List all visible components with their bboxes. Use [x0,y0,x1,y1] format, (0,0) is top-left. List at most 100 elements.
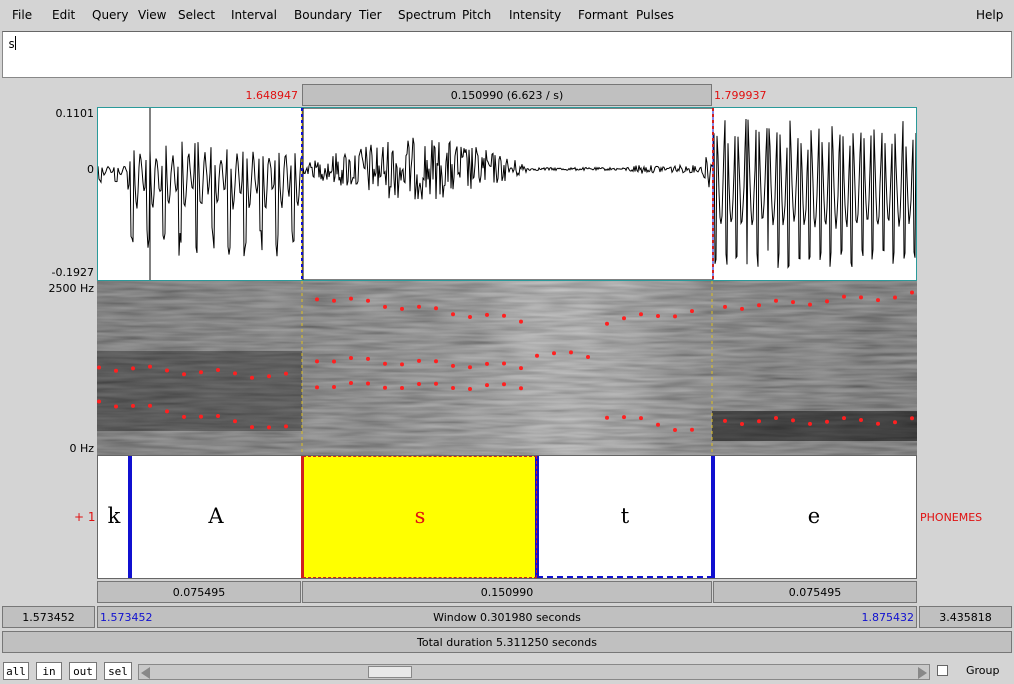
formant-dot [315,359,319,364]
duration-middle-button[interactable]: 0.150990 [302,581,712,603]
formant-dot [859,418,863,422]
formant-dot [383,304,387,309]
formant-dot [332,385,336,389]
group-checkbox[interactable] [937,665,948,676]
menu-pitch[interactable]: Pitch [462,8,491,22]
formant-dot [859,295,863,300]
formant-dot [400,362,404,367]
formant-dot [131,366,135,371]
formant-dot [182,414,186,419]
formant-dot [114,368,118,373]
menu-intensity[interactable]: Intensity [509,8,561,22]
zoom-all-button[interactable]: all [3,662,29,680]
menu-file[interactable]: File [12,8,32,22]
total-start-button[interactable]: 1.573452 [2,606,95,628]
formant-dot [622,316,626,321]
formant-dot [383,361,387,366]
interval-label-e[interactable]: e [808,504,820,528]
formant-dot [673,314,677,319]
formant-dot [485,312,489,317]
scroll-right-arrow-icon[interactable] [918,667,927,679]
formant-dot [233,371,237,376]
formant-dot [315,297,319,302]
menu-view[interactable]: View [138,8,166,22]
waveform-svg [97,107,917,281]
visible-end-label: 1.875432 [861,610,915,624]
interval-label-t[interactable]: t [621,504,629,528]
menu-help[interactable]: Help [976,8,1003,22]
formant-dot [349,296,353,301]
formant-dot [569,350,573,355]
formant-dot [842,294,846,299]
total-duration-button[interactable]: Total duration 5.311250 seconds [2,631,1012,653]
waveform-panel[interactable] [97,107,917,281]
selection-duration-button[interactable]: 0.150990 (6.623 / s) [302,84,712,106]
formant-dot [519,366,523,371]
interval-text-input[interactable]: s [2,31,1012,78]
scroll-thumb[interactable] [367,666,412,678]
formant-dot [842,416,846,421]
menu-interval[interactable]: Interval [231,8,277,22]
window-button[interactable]: 1.573452 Window 0.301980 seconds 1.87543… [97,606,917,628]
formant-dot [535,353,539,358]
formant-dot [451,363,455,368]
formant-dot [451,386,455,390]
zoom-selection-button[interactable]: sel [104,662,132,680]
formant-dot [148,364,152,369]
formant-dot [723,304,727,309]
formant-dot [332,298,336,303]
tier-number: + 1 [74,510,96,524]
menu-pulses[interactable]: Pulses [636,8,674,22]
formant-dot [216,414,220,418]
scroll-left-arrow-icon[interactable] [141,667,150,679]
interval-label-s[interactable]: s [415,504,426,528]
formant-dot [757,419,761,424]
formant-dot [774,298,778,303]
formant-dot [468,365,472,370]
formant-dot [148,403,152,408]
duration-left-button[interactable]: 0.075495 [97,581,301,603]
menu-edit[interactable]: Edit [52,8,75,22]
formant-dot [893,420,897,425]
menu-select[interactable]: Select [178,8,215,22]
total-end-button[interactable]: 3.435818 [919,606,1012,628]
visible-start-label: 1.573452 [100,610,153,624]
spectrogram-dark-band-left [97,351,302,431]
formant-dot [182,372,186,377]
formant-dot [349,356,353,360]
duration-right-button[interactable]: 0.075495 [713,581,917,603]
formant-dot [656,314,660,318]
window-label: Window 0.301980 seconds [433,610,581,624]
zoom-in-button[interactable]: in [36,662,62,680]
interval-label-a[interactable]: A [208,504,223,528]
spectrogram-panel[interactable] [97,281,917,455]
formant-dot [315,385,319,390]
menu-boundary[interactable]: Boundary [294,8,352,22]
formant-dot [757,303,761,308]
menu-formant[interactable]: Formant [578,8,628,22]
tier-boundary-t-e[interactable] [711,456,715,578]
interval-label-k[interactable]: k [108,504,121,528]
total-duration-label: Total duration 5.311250 seconds [417,635,597,649]
zoom-out-button[interactable]: out [69,662,97,680]
formant-dot [366,381,370,386]
formant-dot [690,427,694,432]
formant-dot [656,422,660,427]
formant-dot [199,414,203,419]
formant-dot [366,298,370,303]
phonemes-tier[interactable]: k A s t e [97,455,917,579]
formant-dot [250,425,254,430]
tier-boundary-k-a[interactable] [128,456,132,578]
menu-tier[interactable]: Tier [359,8,382,22]
menu-query[interactable]: Query [92,8,128,22]
time-scrollbar[interactable] [138,664,930,680]
formant-dot [502,313,506,318]
formant-dot [690,309,694,314]
menu-spectrum[interactable]: Spectrum [398,8,456,22]
formant-dot [740,306,744,311]
formant-dot [233,419,237,424]
formant-dot [552,351,556,356]
spectrogram-dark-band-right [712,411,917,441]
formant-dot [723,418,727,423]
formant-dot [791,300,795,305]
